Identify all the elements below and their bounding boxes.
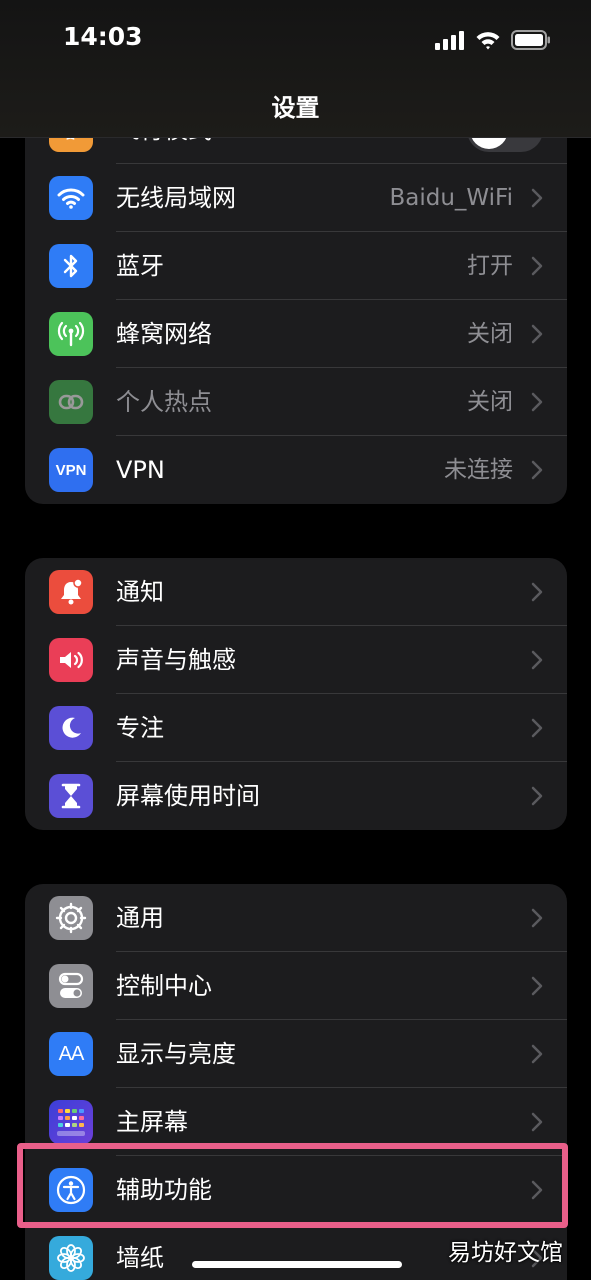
row-label: 控制中心 [116,972,212,1000]
row-cellular[interactable]: 蜂窝网络 关闭 [25,300,567,368]
antenna-icon [49,312,93,356]
status-time: 14:03 [63,22,143,51]
cellular-status: 关闭 [467,321,513,347]
wifi-icon [49,176,93,220]
connectivity-group: 飞行模式 无线局域网 Baidu_WiFi 蓝牙 打开 [25,96,567,504]
chevron-right-icon [531,1044,543,1064]
hourglass-icon [49,774,93,818]
row-bluetooth[interactable]: 蓝牙 打开 [25,232,567,300]
row-label: 专注 [116,714,164,742]
chevron-right-icon [531,460,543,480]
row-sounds-haptics[interactable]: 声音与触感 [25,626,567,694]
highlight-box [17,1143,568,1228]
flower-icon [49,1236,93,1280]
chevron-right-icon [531,582,543,602]
hotspot-icon [49,380,93,424]
row-label: 通用 [116,904,164,932]
text-size-icon-text: AA [58,1042,85,1065]
home-grid-icon [49,1100,93,1144]
navigation-header: 14:03 设置 [0,0,591,138]
chevron-right-icon [531,908,543,928]
vpn-icon-text: VPN [55,461,87,479]
bluetooth-icon [49,244,93,288]
notifications-group: 通知 声音与触感 专注 屏幕使用时间 [25,558,567,830]
row-general[interactable]: 通用 [25,884,567,952]
row-label: 无线局域网 [116,184,236,212]
chevron-right-icon [531,976,543,996]
row-notifications[interactable]: 通知 [25,558,567,626]
page-title: 设置 [271,94,320,122]
hotspot-status: 关闭 [467,389,513,415]
chevron-right-icon [531,324,543,344]
wifi-network-name: Baidu_WiFi [389,185,513,211]
bluetooth-status: 打开 [467,253,513,279]
home-indicator[interactable] [192,1261,402,1268]
row-label: 蜂窝网络 [116,320,212,348]
text-size-icon: AA [49,1032,93,1076]
chevron-right-icon [531,718,543,738]
gear-icon [49,896,93,940]
settings-list[interactable]: 飞行模式 无线局域网 Baidu_WiFi 蓝牙 打开 [0,0,591,1280]
row-label: 蓝牙 [116,252,164,280]
chevron-right-icon [531,1112,543,1132]
row-display-brightness[interactable]: AA 显示与亮度 [25,1020,567,1088]
chevron-right-icon [531,650,543,670]
cellular-signal-icon [435,31,464,50]
row-control-center[interactable]: 控制中心 [25,952,567,1020]
row-label: 个人热点 [116,388,212,416]
row-label: 声音与触感 [116,646,236,674]
row-label: 显示与亮度 [116,1040,236,1068]
status-icons [435,26,551,54]
chevron-right-icon [531,392,543,412]
bell-icon [49,570,93,614]
row-personal-hotspot[interactable]: 个人热点 关闭 [25,368,567,436]
row-wifi[interactable]: 无线局域网 Baidu_WiFi [25,164,567,232]
battery-icon [511,30,550,50]
row-vpn[interactable]: VPN VPN 未连接 [25,436,567,504]
moon-icon [49,706,93,750]
row-label: 屏幕使用时间 [116,782,260,810]
row-label: 通知 [116,578,164,606]
speaker-icon [49,638,93,682]
row-label: VPN [116,456,165,484]
vpn-status: 未连接 [444,457,513,483]
watermark: 易坊好文馆 [448,1240,563,1266]
switches-icon [49,964,93,1008]
row-screen-time[interactable]: 屏幕使用时间 [25,762,567,830]
chevron-right-icon [531,188,543,208]
vpn-icon: VPN [49,448,93,492]
chevron-right-icon [531,256,543,276]
wifi-status-icon [476,32,500,50]
chevron-right-icon [531,786,543,806]
row-focus[interactable]: 专注 [25,694,567,762]
row-label: 墙纸 [116,1244,164,1272]
